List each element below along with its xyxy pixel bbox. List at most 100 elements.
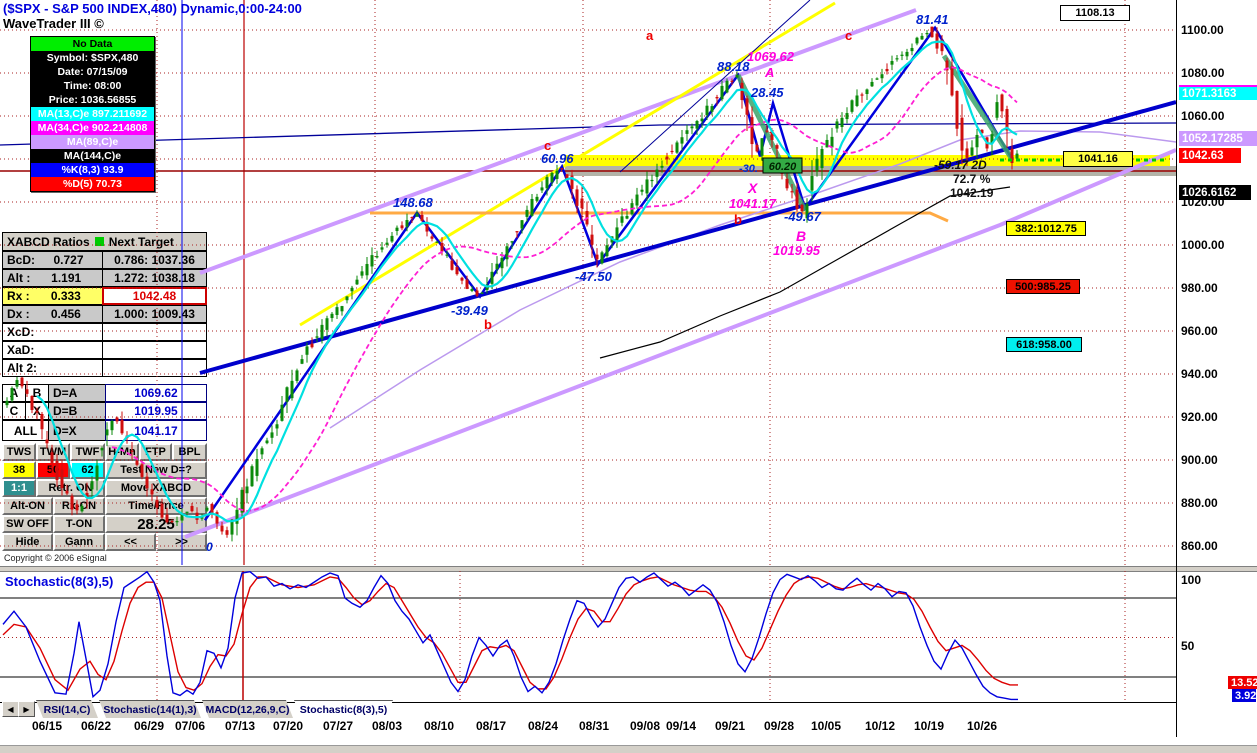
candle-body bbox=[770, 130, 774, 141]
candle-body bbox=[290, 380, 294, 399]
button--[interactable]: << bbox=[105, 533, 156, 551]
candle-body bbox=[435, 241, 439, 243]
candle-body bbox=[555, 170, 559, 179]
tab-stochastic-14-1-3-[interactable]: Stochastic(14(1),3) bbox=[99, 700, 201, 718]
button-sw-off[interactable]: SW OFF bbox=[2, 515, 53, 533]
candle-body bbox=[560, 168, 564, 170]
candle-body bbox=[970, 147, 974, 156]
button-twm[interactable]: TWM bbox=[36, 443, 70, 461]
candle-body bbox=[260, 448, 264, 455]
date-label-06-29: 06/29 bbox=[133, 719, 165, 733]
button--[interactable]: >> bbox=[156, 533, 207, 551]
annotation--30.: -30. bbox=[739, 163, 758, 175]
annotation-1019.95: 1019.95 bbox=[773, 243, 821, 258]
candle-body bbox=[855, 95, 859, 106]
bottom-scroll-strip[interactable] bbox=[0, 745, 1257, 753]
candle-body bbox=[615, 227, 619, 242]
button-retr-on[interactable]: Retr. ON bbox=[36, 479, 105, 497]
candle-body bbox=[515, 231, 519, 233]
candle-body bbox=[465, 279, 469, 289]
button-hide[interactable]: Hide bbox=[2, 533, 53, 551]
xabcd-point-B: B bbox=[25, 384, 49, 402]
xabcd-dvalue-0: 1069.62 bbox=[105, 384, 207, 402]
candle-body bbox=[965, 148, 969, 158]
button-move-xabcd[interactable]: Move XABCD bbox=[105, 479, 207, 497]
button-38[interactable]: 38 bbox=[2, 461, 36, 479]
price-label-1100.00: 1100.00 bbox=[1181, 23, 1224, 37]
candle-body bbox=[780, 158, 784, 174]
candle-body bbox=[440, 242, 444, 252]
candle-body bbox=[505, 246, 509, 260]
button-h-mn[interactable]: H-Mn bbox=[105, 443, 139, 461]
candle-body bbox=[715, 97, 719, 99]
legend-row-8: MA(144,C)e bbox=[31, 149, 154, 163]
button-test-new-d-[interactable]: Test New D=? bbox=[105, 461, 207, 479]
ma144-line bbox=[599, 186, 1011, 359]
xabcd-ratio-target-6 bbox=[102, 359, 207, 377]
button-28-25[interactable]: 28.25 bbox=[105, 515, 207, 533]
candle-body bbox=[1005, 109, 1009, 131]
button-twf[interactable]: TWF bbox=[70, 443, 105, 461]
xabcd-point-ALL: ALL bbox=[2, 420, 49, 441]
candle-body bbox=[320, 324, 324, 339]
candle-body bbox=[835, 121, 839, 129]
annotation-0: 0 bbox=[206, 540, 213, 554]
candle-body bbox=[860, 94, 864, 96]
button-time-price[interactable]: Time/Price bbox=[105, 497, 207, 515]
candle-body bbox=[875, 78, 879, 80]
candle-body bbox=[990, 134, 994, 144]
candle-body bbox=[595, 254, 599, 260]
candle-body bbox=[790, 191, 794, 193]
candle-body bbox=[495, 263, 499, 269]
candle-body bbox=[845, 113, 849, 120]
candle-body bbox=[575, 189, 579, 206]
date-label-07-27: 07/27 bbox=[322, 719, 354, 733]
candle-body bbox=[980, 129, 984, 134]
date-label-09-28: 09/28 bbox=[763, 719, 795, 733]
button-tws[interactable]: TWS bbox=[2, 443, 36, 461]
button-ftp[interactable]: FTP bbox=[139, 443, 172, 461]
xabcd-point-A: A bbox=[2, 384, 26, 402]
axis-badge-1042.63: 1042.63 bbox=[1179, 148, 1241, 163]
candle-body bbox=[240, 489, 244, 513]
candle-body bbox=[315, 336, 319, 338]
annotation--49.67: -49.67 bbox=[784, 209, 822, 224]
button-gann[interactable]: Gann bbox=[53, 533, 105, 551]
target-label-382:1012.75: 382:1012.75 bbox=[1006, 221, 1086, 236]
support-trendline bbox=[199, 100, 1176, 375]
candle-body bbox=[325, 318, 329, 330]
button-62[interactable]: 62 bbox=[70, 461, 105, 479]
tab-rsi-14-c-[interactable]: RSI(14,C) bbox=[36, 700, 98, 718]
candle-body bbox=[490, 271, 494, 284]
candle-body bbox=[815, 158, 819, 172]
tab-macd-12-26-9-c-[interactable]: MACD(12,26,9,C) bbox=[202, 700, 293, 718]
candle-body bbox=[950, 66, 954, 96]
candle-body bbox=[900, 54, 904, 56]
candle-body bbox=[995, 102, 999, 118]
button-rx-on[interactable]: Rx-ON bbox=[53, 497, 105, 515]
price-label-1080.00: 1080.00 bbox=[1181, 66, 1225, 80]
candle-body bbox=[750, 117, 754, 145]
candle-body bbox=[705, 105, 709, 116]
candle-body bbox=[700, 118, 704, 122]
annotation-a: a bbox=[646, 28, 654, 43]
button-50[interactable]: 50 bbox=[36, 461, 70, 479]
candle-body bbox=[755, 144, 759, 152]
candle-body bbox=[400, 225, 404, 229]
button-alt-on[interactable]: Alt-ON bbox=[2, 497, 53, 515]
candle-body bbox=[880, 74, 884, 79]
button-bpl[interactable]: BPL bbox=[172, 443, 207, 461]
button-t-on[interactable]: T-ON bbox=[53, 515, 105, 533]
button-1-1[interactable]: 1:1 bbox=[2, 479, 36, 497]
candle-body bbox=[590, 234, 594, 245]
candle-body bbox=[445, 254, 449, 256]
pane-separator[interactable] bbox=[0, 566, 1257, 572]
tab-scroll-right[interactable]: ▶ bbox=[18, 701, 35, 717]
channel-line-upper bbox=[199, 8, 917, 275]
tab-stochastic-8-3-5-[interactable]: Stochastic(8(3),5) bbox=[294, 700, 393, 718]
candle-body bbox=[460, 277, 464, 281]
xabcd-ratio-label-0: BcD: 0.727 bbox=[2, 251, 103, 269]
tab-scroll-left[interactable]: ◀ bbox=[2, 701, 19, 717]
candle-body bbox=[285, 387, 289, 402]
xabcd-ratio-target-5 bbox=[102, 341, 207, 359]
